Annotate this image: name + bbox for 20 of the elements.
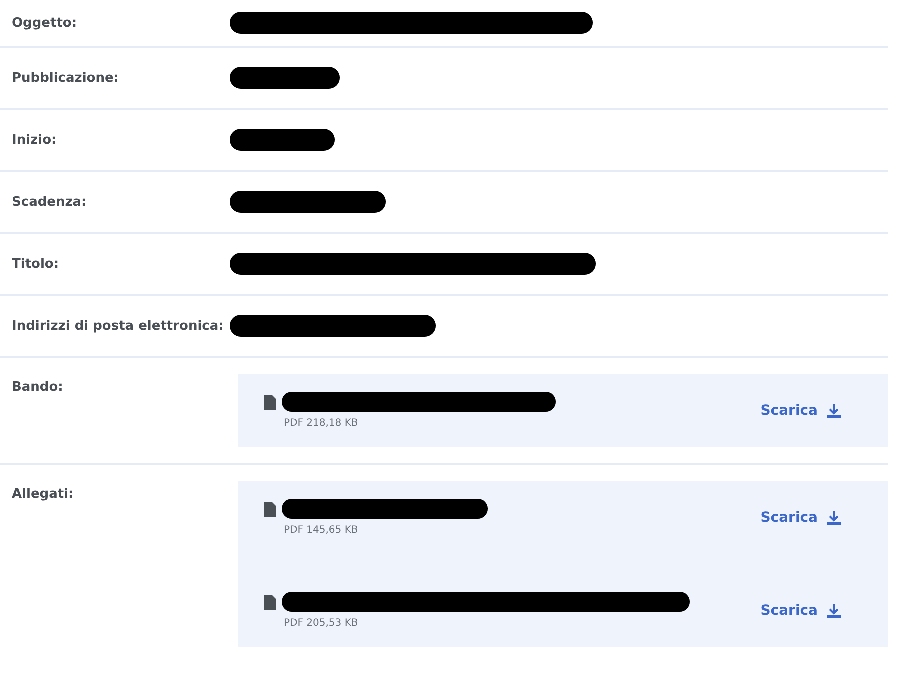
download-icon [826,510,842,526]
field-label: Indirizzi di posta elettronica: [11,318,225,334]
download-link[interactable]: Scarica [760,402,842,418]
field-label: Scadenza: [11,194,88,210]
field-label: Oggetto: [11,16,78,30]
download-icon [826,602,842,618]
file-size: PDF 145,65 KB [283,525,360,536]
document-icon [264,594,276,610]
field-label: Inizio: [11,132,58,148]
field-label: Titolo: [11,256,60,272]
file-size: PDF 218,18 KB [283,418,360,429]
file-size: PDF 205,53 KB [283,618,360,629]
section-label: Bando: [11,379,64,395]
download-link[interactable]: Scarica [760,602,842,618]
download-link[interactable]: Scarica [760,510,842,526]
document-icon [264,394,276,410]
document-icon [264,502,276,516]
download-icon [826,402,842,418]
field-label: Pubblicazione: [11,70,120,86]
section-label: Allegati: [11,486,75,502]
